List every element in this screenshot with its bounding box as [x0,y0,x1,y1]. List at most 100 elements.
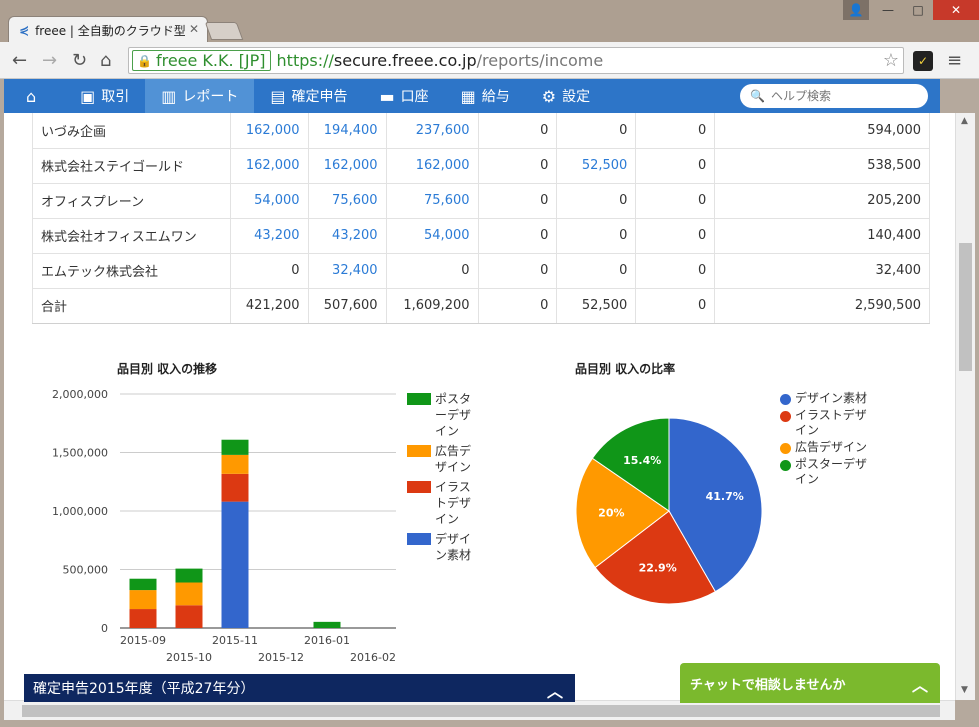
address-bar[interactable]: 🔒 freee K.K. [JP] https:// secure.freee.… [128,47,904,74]
legend-label: 広告デザイン [795,440,868,454]
legend-dot [780,443,791,454]
amount-cell: 0 [556,183,637,219]
chevron-up-icon[interactable]: ︿ [912,672,928,696]
app-nav: ⌂ ▣ 取引 ▥ レポート ▤ 確定申告 ▬ 口座 ▦ 給与 ⚙ 設定 🔍 [4,79,940,113]
legend-swatch [407,445,431,457]
forward-icon[interactable]: → [42,50,57,71]
amount-cell[interactable]: 43,200 [230,218,309,254]
bar-segment [129,609,157,628]
x-tick-label: 2015-12 [258,651,304,664]
x-tick-label: 2015-11 [212,634,258,647]
amount-cell[interactable]: 237,600 [386,113,479,149]
nav-settings[interactable]: ⚙ 設定 [526,79,606,113]
legend-swatch [407,533,431,545]
tab-title: freee | 全自動のクラウド型会計 [35,23,186,38]
browser-menu-icon[interactable]: ≡ [947,50,962,71]
partner-name: エムテック株式会社 [32,253,231,289]
horizontal-scrollbar[interactable] [4,700,955,720]
pie-slice-label: 15.4% [623,454,661,467]
amount-cell: 140,400 [714,218,930,254]
amount-cell: 0 [635,113,716,149]
bookmark-star-icon[interactable]: ☆ [883,50,899,71]
nav-transactions[interactable]: ▣ 取引 [64,79,145,113]
tab-close-icon[interactable]: ✕ [189,22,199,36]
freee-favicon-icon: ⋞ [19,23,30,37]
amount-cell[interactable]: 54,000 [230,183,309,219]
partner-name: オフィスプレーン [32,183,231,219]
extension-icon[interactable]: ✓ [913,51,933,71]
amount-cell: 0 [635,288,716,324]
legend-label: イラストデザイン [795,408,867,437]
bar-segment [129,590,157,610]
bar-segment [175,568,203,583]
nav-payroll[interactable]: ▦ 給与 [445,79,526,113]
gear-icon: ⚙ [541,86,557,106]
amount-cell: 32,400 [714,253,930,289]
amount-cell: 52,500 [556,288,637,324]
amount-cell[interactable]: 194,400 [308,113,387,149]
table-row: エムテック株式会社 0 32,400 0 0 0 0 32,400 [32,253,930,289]
amount-cell: 1,609,200 [386,288,479,324]
amount-cell[interactable]: 75,600 [386,183,479,219]
reload-icon[interactable]: ↻ [72,50,87,71]
calendar-icon: ▦ [460,86,476,106]
chat-widget[interactable]: チャットで相談しませんか ︿ [680,663,940,703]
back-icon[interactable]: ← [12,50,27,71]
window-close-button[interactable]: ✕ [933,0,979,20]
legend-item: デザイン素材 [780,391,875,406]
bar-legend: ポスターデザイン広告デザインイラストデザインデザイン素材 [407,391,475,567]
maximize-button[interactable]: □ [903,0,933,20]
browser-tab[interactable]: ⋞ freee | 全自動のクラウド型会計 ✕ [8,16,208,43]
user-icon[interactable]: 👤 [843,0,869,20]
x-tick-label: 2015-10 [166,651,212,664]
horizontal-scrollbar-thumb[interactable] [22,705,940,717]
help-search-input[interactable] [770,89,911,103]
amount-cell[interactable]: 43,200 [308,218,387,254]
legend-item: 広告デザイン [780,440,875,455]
legend-dot [780,411,791,422]
legend-item: デザイン素材 [407,531,475,563]
pie-chart: 41.7% 22.9% 20% 15.4% [575,417,763,605]
legend-dot [780,394,791,405]
amount-cell: 0 [478,148,558,184]
amount-cell[interactable]: 162,000 [230,148,309,184]
amount-cell: 0 [556,113,637,149]
nav-accounts[interactable]: ▬ 口座 [364,79,445,113]
nav-home[interactable]: ⌂ [4,79,64,113]
tax-return-bar[interactable]: 確定申告2015年度（平成27年分） ︿ [24,674,575,702]
scroll-down-icon[interactable]: ▼ [961,685,968,695]
legend-item: 広告デザイン [407,443,475,475]
legend-item: ポスターデザイン [780,457,875,487]
minimize-button[interactable]: — [873,0,903,20]
bar-segment [175,605,203,628]
y-tick-label: 0 [101,622,108,635]
chevron-up-icon[interactable]: ︿ [547,678,563,702]
x-tick-label: 2015-09 [120,634,166,647]
scroll-up-icon[interactable]: ▲ [961,116,968,126]
amount-cell[interactable]: 32,400 [308,253,387,289]
scrollbar-thumb[interactable] [959,243,972,371]
legend-label: デザイン素材 [795,391,868,405]
vertical-scrollbar[interactable]: ▲ ▼ [955,113,975,700]
tax-return-label: 確定申告2015年度（平成27年分） [33,681,255,697]
nav-reports[interactable]: ▥ レポート [145,79,255,113]
amount-cell[interactable]: 54,000 [386,218,479,254]
amount-cell[interactable]: 162,000 [308,148,387,184]
legend-item: イラストデザイン [407,479,475,527]
new-tab-button[interactable] [204,22,244,40]
help-search[interactable]: 🔍 [740,84,928,108]
legend-label: ポスターデザイン [435,392,472,438]
ev-certificate-badge[interactable]: 🔒 freee K.K. [JP] [132,50,271,71]
amount-cell[interactable]: 162,000 [230,113,309,149]
bar-segment [221,473,249,502]
home-icon[interactable]: ⌂ [100,50,111,71]
amount-cell: 205,200 [714,183,930,219]
amount-cell: 507,600 [308,288,387,324]
legend-item: イラストデザイン [780,408,875,438]
nav-tax-return[interactable]: ▤ 確定申告 [254,79,363,113]
legend-dot [780,460,791,471]
amount-cell[interactable]: 75,600 [308,183,387,219]
legend-label: イラストデザイン [435,480,472,526]
amount-cell[interactable]: 162,000 [386,148,479,184]
amount-cell[interactable]: 52,500 [556,148,637,184]
